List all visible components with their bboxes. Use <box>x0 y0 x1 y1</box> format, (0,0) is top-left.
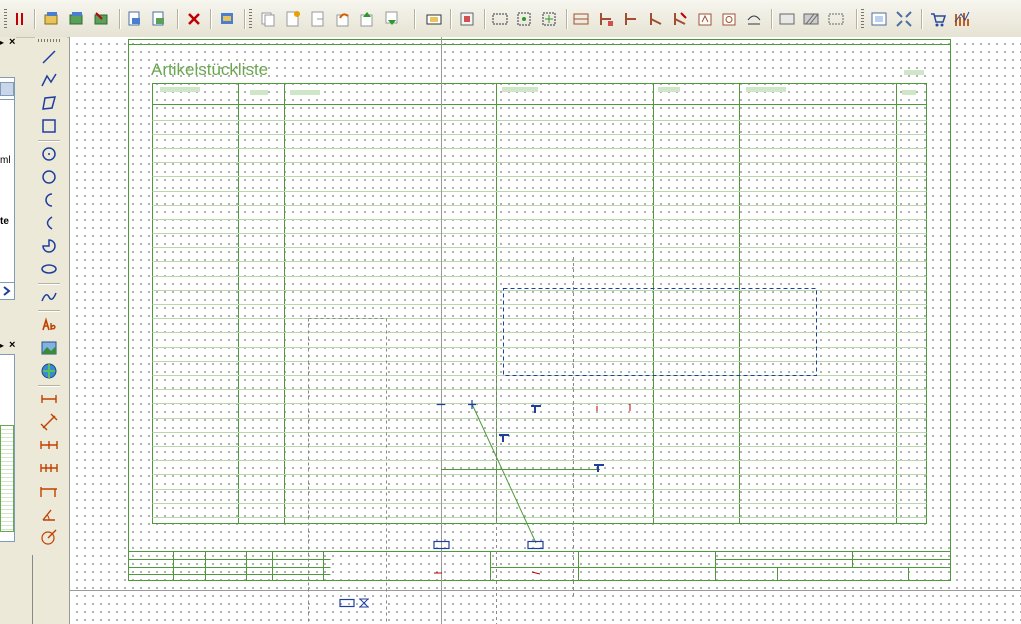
arc-three-point-icon[interactable] <box>39 213 59 233</box>
import-page-icon[interactable] <box>150 10 168 28</box>
zoom-window-icon[interactable] <box>870 10 888 28</box>
rectangle-icon[interactable] <box>39 116 59 136</box>
bom-table-frame <box>152 83 927 524</box>
angle-dimension-icon[interactable] <box>39 504 59 524</box>
shop-icon[interactable] <box>929 10 947 28</box>
snap-icon[interactable] <box>515 10 533 28</box>
dimension-baseline-icon[interactable] <box>39 458 59 478</box>
new-page-icon[interactable] <box>126 10 144 28</box>
toolbar-grip[interactable] <box>4 9 7 29</box>
circle-icon[interactable] <box>39 167 59 187</box>
new-document-icon[interactable] <box>284 10 302 28</box>
panel-pin-button[interactable]: ▸ <box>0 37 4 49</box>
plc-icon[interactable] <box>720 10 738 28</box>
schematic-sheet: Artikelstückliste <box>70 37 1021 624</box>
text-field-icon[interactable] <box>778 10 796 28</box>
circle-center-icon[interactable] <box>39 144 59 164</box>
save-project-icon[interactable] <box>68 10 86 28</box>
panel-divider <box>32 555 33 624</box>
polyline-icon[interactable] <box>39 70 59 90</box>
sheet-title: Artikelstückliste <box>151 60 268 79</box>
report-icon[interactable] <box>953 10 971 28</box>
spline-icon[interactable] <box>39 287 59 307</box>
move-down-icon[interactable] <box>383 10 401 28</box>
bridge-icon[interactable] <box>745 10 763 28</box>
zoom-fit-icon[interactable] <box>895 10 913 28</box>
panel-tree-view[interactable]: ml te <box>0 99 15 291</box>
dimension-aligned-icon[interactable] <box>39 412 59 432</box>
tree-item-1[interactable]: ml <box>0 155 11 166</box>
copy-icon[interactable] <box>259 10 277 28</box>
sector-icon[interactable] <box>39 236 59 256</box>
preview-thumbnail[interactable] <box>0 425 14 532</box>
move-up-icon[interactable] <box>358 10 376 28</box>
device-icon[interactable] <box>696 10 714 28</box>
panel-close-button-2[interactable]: × <box>9 340 15 351</box>
ole-object-icon[interactable] <box>39 361 59 381</box>
line-icon[interactable] <box>39 47 59 67</box>
dimension-icon[interactable] <box>39 389 59 409</box>
cable-icon[interactable] <box>671 10 689 28</box>
docked-panel-top: ▸ × ml te <box>0 37 16 337</box>
panel-scroll-arrow[interactable] <box>0 282 15 300</box>
image-icon[interactable] <box>39 338 59 358</box>
arc-icon[interactable] <box>39 190 59 210</box>
close-project-icon[interactable] <box>93 10 111 28</box>
chevron-right-icon <box>3 286 11 296</box>
text-icon[interactable] <box>39 315 59 335</box>
polygon-icon[interactable] <box>39 93 59 113</box>
connector-icon[interactable] <box>597 10 615 28</box>
drawing-canvas[interactable]: Artikelstückliste <box>69 37 1021 624</box>
panel-title-bar: ▸ × <box>0 37 16 49</box>
wire-icon[interactable] <box>622 10 640 28</box>
pin-icon[interactable] <box>11 10 29 28</box>
main-toolbar <box>0 0 1021 38</box>
ellipse-icon[interactable] <box>39 259 59 279</box>
panel-preview[interactable] <box>0 354 15 542</box>
dimension-chain-icon[interactable] <box>39 435 59 455</box>
bom-table-rows <box>152 120 927 518</box>
symbol-icon[interactable] <box>425 10 443 28</box>
bom-icon[interactable] <box>572 10 590 28</box>
docked-panel-bottom: ▸ × <box>0 340 16 550</box>
dropdown-button[interactable] <box>0 82 14 96</box>
draw-toolbar-grip[interactable] <box>38 39 60 42</box>
panel-close-button[interactable]: × <box>9 37 15 48</box>
tree-item-2[interactable]: te <box>0 216 9 227</box>
panel-pin-button-2[interactable]: ▸ <box>0 340 4 352</box>
panel-title-bar-2: ▸ × <box>0 340 16 352</box>
snap-center-icon[interactable] <box>540 10 558 28</box>
radius-dimension-icon[interactable] <box>39 527 59 547</box>
draw-toolbar <box>35 37 67 624</box>
grid-icon[interactable] <box>491 10 509 28</box>
dimension-incremental-icon[interactable] <box>39 481 59 501</box>
terminal-icon[interactable] <box>647 10 665 28</box>
document-icon[interactable] <box>309 10 327 28</box>
open-project-icon[interactable] <box>43 10 61 28</box>
frame-icon[interactable] <box>827 10 845 28</box>
hatch-icon[interactable] <box>802 10 820 28</box>
page-properties-icon[interactable] <box>218 10 236 28</box>
undo-icon[interactable] <box>334 10 352 28</box>
delete-page-icon[interactable] <box>185 10 203 28</box>
print-icon[interactable] <box>458 10 476 28</box>
